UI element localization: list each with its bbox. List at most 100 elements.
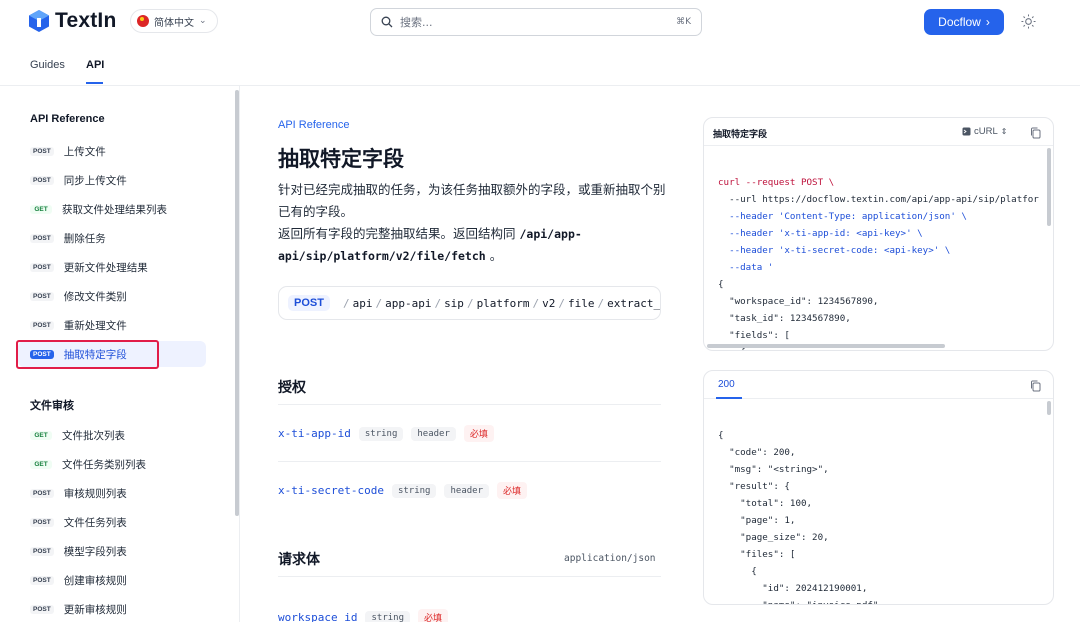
china-flag-icon <box>137 15 149 27</box>
tab-api[interactable]: API <box>86 59 104 71</box>
path-segment: sip <box>444 296 464 310</box>
param-name[interactable]: x-ti-app-id <box>278 427 351 440</box>
sidebar-item-label: 文件任务列表 <box>63 516 127 529</box>
breadcrumb[interactable]: API Reference <box>278 119 350 131</box>
terminal-icon <box>962 127 971 136</box>
sidebar-item-update-rule[interactable]: POST 更新审核规则 <box>18 596 206 622</box>
code-line: "page": 1, <box>718 515 796 526</box>
content-type-label: application/json <box>564 553 656 564</box>
sidebar-item-task-list[interactable]: POST 文件任务列表 <box>18 509 206 535</box>
code-line: --header 'x-ti-app-id: <api-key>' \ <box>718 228 923 239</box>
method-badge: POST <box>30 575 54 585</box>
sidebar-item-label: 审核规则列表 <box>63 487 127 500</box>
panel-title: 抽取特定字段 <box>713 130 768 140</box>
search-icon <box>381 16 393 28</box>
language-selector[interactable]: 简体中文 ⌄ <box>130 9 218 33</box>
sidebar-item-task-category-list[interactable]: GET 文件任务类别列表 <box>18 451 206 477</box>
param-row: x-ti-secret-code string header 必填 <box>278 482 528 499</box>
sidebar-item-label: 文件批次列表 <box>62 429 125 442</box>
request-code: curl --request POST \ --url https://docf… <box>718 157 1039 350</box>
selection-highlight-box <box>16 340 159 369</box>
code-line: "total": 100, <box>718 498 813 509</box>
method-badge: GET <box>30 459 52 469</box>
sidebar-item-label: 同步上传文件 <box>63 174 127 187</box>
copy-icon[interactable] <box>1030 380 1041 392</box>
code-line: --header 'Content-Type: application/json… <box>718 211 967 222</box>
sidebar-item-label: 重新处理文件 <box>63 319 127 332</box>
code-line: { <box>718 279 724 290</box>
code-line: "name": "invoice.pdf", <box>718 597 884 604</box>
path-segment: platform <box>476 296 530 310</box>
param-type: string <box>365 610 410 622</box>
code-language-selector[interactable]: cURL ⇕ <box>962 126 1007 137</box>
method-badge: POST <box>30 175 54 185</box>
active-tab-indicator <box>716 397 742 399</box>
auth-section-title: 授权 <box>278 380 306 396</box>
logo-text: TextIn <box>55 9 117 32</box>
param-type: string <box>391 483 437 498</box>
path-segment: extract_fiel <box>607 296 661 310</box>
response-code-vscroll[interactable] <box>1047 401 1051 415</box>
param-name[interactable]: workspace_id <box>278 611 357 622</box>
sidebar-item-result-list[interactable]: GET 获取文件处理结果列表 <box>18 196 206 222</box>
param-name[interactable]: x-ti-secret-code <box>278 484 384 497</box>
sidebar-item-model-fields[interactable]: POST 模型字段列表 <box>18 538 206 564</box>
sidebar-item-upload-file[interactable]: POST 上传文件 <box>18 138 206 164</box>
method-badge: GET <box>30 430 52 440</box>
top-bar: TextIn 简体中文 ⌄ ⌘K Docflow › <box>0 0 1080 44</box>
description-line: 针对已经完成抽取的任务，为该任务抽取额外的字段，或重新抽取个别已有的字段。 <box>278 182 666 219</box>
page-description: 针对已经完成抽取的任务，为该任务抽取额外的字段，或重新抽取个别已有的字段。 返回… <box>278 179 668 267</box>
sidebar-item-delete-task[interactable]: POST 删除任务 <box>18 225 206 251</box>
page-title: 抽取特定字段 <box>278 147 404 171</box>
copy-icon[interactable] <box>1030 127 1041 139</box>
sidebar-item-update-result[interactable]: POST 更新文件处理结果 <box>18 254 206 280</box>
sidebar-item-batch-list[interactable]: GET 文件批次列表 <box>18 422 206 448</box>
search-box[interactable]: ⌘K <box>370 8 702 36</box>
sidebar-item-label: 更新审核规则 <box>63 603 127 616</box>
method-badge: POST <box>30 146 54 156</box>
request-code-panel: 抽取特定字段 cURL ⇕ curl --request POST \ --ur… <box>703 117 1054 351</box>
theme-toggle-sun-icon[interactable] <box>1021 14 1036 29</box>
tab-guides[interactable]: Guides <box>30 59 65 71</box>
description-line: 返回所有字段的完整抽取结果。返回结构同 /api/app-api/sip/pla… <box>278 223 668 267</box>
param-location: header <box>444 483 489 498</box>
docflow-button[interactable]: Docflow › <box>924 9 1004 35</box>
sidebar-item-review-rules[interactable]: POST 审核规则列表 <box>18 480 206 506</box>
path-segment: file <box>568 296 595 310</box>
path-segment: app-api <box>385 296 432 310</box>
method-badge: POST <box>30 320 54 330</box>
search-input[interactable] <box>400 15 670 29</box>
code-line: "task_id": 1234567890, <box>718 313 851 324</box>
method-badge: POST <box>30 233 54 243</box>
divider <box>278 576 661 577</box>
code-line: { <box>718 430 724 441</box>
request-code-vscroll[interactable] <box>1047 148 1051 226</box>
code-language-label: cURL <box>974 126 998 137</box>
logo[interactable]: TextIn <box>29 9 116 33</box>
sidebar-item-label: 更新文件处理结果 <box>63 261 148 274</box>
param-type: string <box>358 426 404 441</box>
sidebar-item-sync-upload[interactable]: POST 同步上传文件 <box>18 167 206 193</box>
code-line: "code": 200, <box>718 447 796 458</box>
code-line: "page_size": 20, <box>718 532 829 543</box>
language-label: 简体中文 <box>154 17 194 29</box>
sidebar-item-create-rule[interactable]: POST 创建审核规则 <box>18 567 206 593</box>
sidebar-item-label: 文件任务类别列表 <box>62 458 146 471</box>
divider <box>278 461 661 462</box>
sidebar-scrollbar[interactable] <box>235 90 239 516</box>
method-badge: POST <box>30 488 54 498</box>
method-badge: POST <box>30 291 54 301</box>
request-code-hscroll[interactable] <box>707 344 945 348</box>
code-line: "files": [ <box>718 549 796 560</box>
description-text: 。 <box>485 248 503 263</box>
code-line: "id": 202412190001, <box>718 583 868 594</box>
sidebar-section-title: API Reference <box>30 113 105 125</box>
sidebar-item-reprocess[interactable]: POST 重新处理文件 <box>18 312 206 338</box>
code-line: "workspace_id": 1234567890, <box>718 296 879 307</box>
endpoint-bar[interactable]: POST / api / app-api / sip / platform / v2/file / e… <box>278 286 661 320</box>
param-location: header <box>411 426 456 441</box>
sidebar-item-modify-category[interactable]: POST 修改文件类别 <box>18 283 206 309</box>
response-status-tab[interactable]: 200 <box>718 379 735 390</box>
code-line: --header 'x-ti-secret-code: <api-key>' \ <box>718 245 951 256</box>
code-line: "result": { <box>718 481 790 492</box>
